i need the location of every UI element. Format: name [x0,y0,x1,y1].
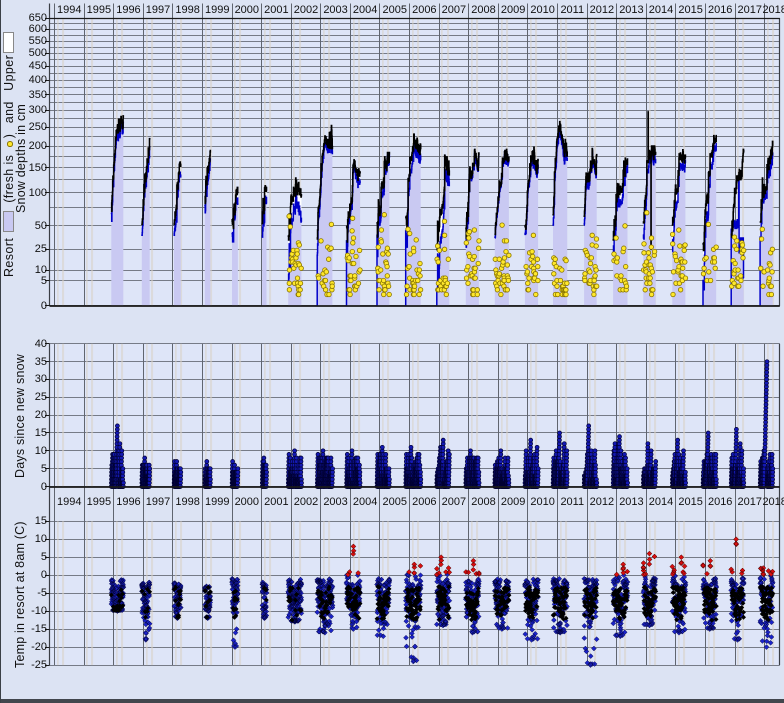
snow-ytick-100: 100 [6,187,47,199]
snow-ytick-250: 250 [6,121,47,133]
temp-ytick--10: -10 [6,605,47,617]
mid-year-label-1995: 1995 [83,496,115,508]
temp-ytick-5: 5 [6,551,47,563]
snow-ytick-500: 500 [6,47,47,59]
top-year-label-2016: 2016 [704,4,736,16]
top-year-label-2005: 2005 [379,4,411,16]
top-year-label-2014: 2014 [645,4,677,16]
mid-year-label-1997: 1997 [142,496,174,508]
snow-ytick-200: 200 [6,140,47,152]
top-year-label-2003: 2003 [320,4,352,16]
mid-year-label-2002: 2002 [290,496,322,508]
top-year-label-2015: 2015 [675,4,707,16]
snow-ytick-650: 650 [6,12,47,24]
top-year-label-2006: 2006 [408,4,440,16]
top-year-label-1994: 1994 [53,4,85,16]
top-year-label-1997: 1997 [142,4,174,16]
temp-ytick-10: 10 [6,533,47,545]
snow-ytick-50: 50 [6,220,47,232]
snow-ytick-350: 350 [6,89,47,101]
mid-year-label-2003: 2003 [320,496,352,508]
snow-ytick-450: 450 [6,60,47,72]
mid-year-label-2013: 2013 [615,496,647,508]
mid-year-label-1999: 1999 [201,496,233,508]
mid-year-label-2004: 2004 [349,496,381,508]
chart-canvas [0,0,784,703]
mid-year-label-2001: 2001 [260,496,292,508]
top-year-label-2008: 2008 [468,4,500,16]
mid-year-label-1996: 1996 [112,496,144,508]
mid-year-label-2007: 2007 [438,496,470,508]
mid-year-label-2009: 2009 [497,496,529,508]
top-year-label-1995: 1995 [83,4,115,16]
top-year-label-2004: 2004 [349,4,381,16]
mid-year-label-2010: 2010 [527,496,559,508]
top-year-label-2018: 2018 [759,4,784,16]
days-ytick-40: 40 [6,338,47,350]
days-ytick-35: 35 [6,356,47,368]
mid-year-label-1994: 1994 [53,496,85,508]
snow-ytick-150: 150 [6,162,47,174]
snow-ytick-5: 5 [6,275,47,287]
temp-ytick--5: -5 [6,587,47,599]
bottom-scroll-strip [0,699,784,703]
days-ytick-0: 0 [6,481,47,493]
top-year-label-2002: 2002 [290,4,322,16]
top-year-label-2001: 2001 [260,4,292,16]
temp-ytick-15: 15 [6,515,47,527]
top-year-label-1998: 1998 [172,4,204,16]
top-year-label-2012: 2012 [586,4,618,16]
days-ytick-15: 15 [6,427,47,439]
mid-year-label-2012: 2012 [586,496,618,508]
mid-year-label-2018: 2018 [759,496,784,508]
mid-year-label-2005: 2005 [379,496,411,508]
top-year-label-2000: 2000 [231,4,263,16]
mid-year-label-2011: 2011 [556,496,588,508]
temp-ytick--15: -15 [6,623,47,635]
temp-ytick-0: 0 [6,569,47,581]
mid-year-label-2008: 2008 [468,496,500,508]
mid-year-label-2014: 2014 [645,496,677,508]
days-ytick-10: 10 [6,445,47,457]
top-year-label-2011: 2011 [556,4,588,16]
days-ytick-30: 30 [6,373,47,385]
mid-year-label-2015: 2015 [675,496,707,508]
days-ytick-5: 5 [6,463,47,475]
snow-ytick-550: 550 [6,35,47,47]
snow-ytick-0: 0 [6,300,47,312]
snow-ytick-25: 25 [6,243,47,255]
top-year-label-1996: 1996 [112,4,144,16]
mid-year-label-2000: 2000 [231,496,263,508]
snow-ytick-600: 600 [6,23,47,35]
temp-ytick--25: -25 [6,659,47,671]
days-ytick-20: 20 [6,409,47,421]
snow-ytick-400: 400 [6,74,47,86]
top-year-label-2009: 2009 [497,4,529,16]
top-year-label-2013: 2013 [615,4,647,16]
top-year-label-2007: 2007 [438,4,470,16]
snow-ytick-300: 300 [6,104,47,116]
mid-year-label-1998: 1998 [172,496,204,508]
mid-year-label-2016: 2016 [704,496,736,508]
temp-ytick--20: -20 [6,641,47,653]
snow-history-chart: Resort(fresh is) and Upper Snow depths i… [0,0,784,703]
days-ytick-25: 25 [6,391,47,403]
top-year-label-1999: 1999 [201,4,233,16]
mid-year-label-2006: 2006 [408,496,440,508]
top-year-label-2010: 2010 [527,4,559,16]
left-edge-strip [0,0,1,703]
